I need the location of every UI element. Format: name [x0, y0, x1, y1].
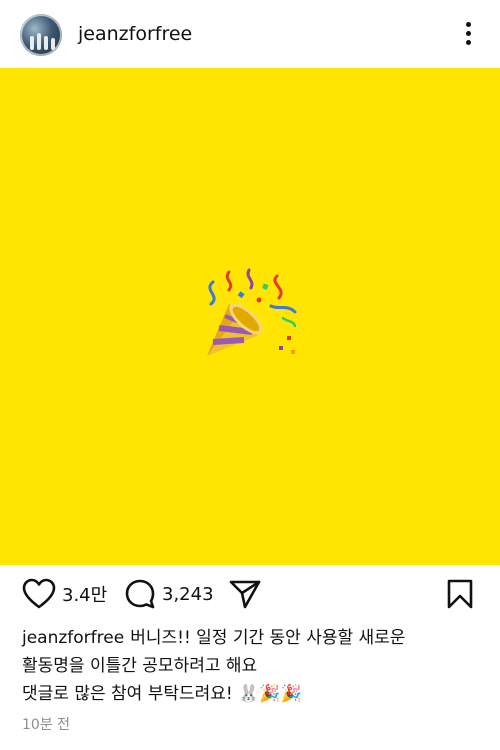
share-action[interactable] — [228, 578, 262, 610]
save-action[interactable] — [446, 578, 474, 610]
bookmark-icon[interactable] — [446, 578, 474, 610]
comment-action[interactable]: 3,243 — [124, 578, 214, 610]
caption-line-1: 버니즈!! 일정 기간 동안 사용할 새로운 — [130, 628, 406, 648]
caption-line-2: 활동명을 이틀간 공모하려고 해요 — [22, 656, 258, 676]
caption-line-3: 댓글로 많은 참여 부탁드려요! 🐰🎉🎉 — [22, 684, 302, 704]
post-caption: jeanzforfree 버니즈!! 일정 기간 동안 사용할 새로운 활동명을 … — [22, 624, 482, 708]
heart-icon[interactable] — [22, 578, 56, 610]
post-header: jeanzforfree — [0, 0, 500, 68]
like-count: 3.4만 — [62, 585, 108, 606]
post-timestamp: 10분 전 — [22, 717, 71, 733]
send-icon[interactable] — [228, 578, 262, 610]
avatar[interactable] — [20, 14, 62, 56]
comment-count: 3,243 — [162, 583, 214, 605]
comment-icon[interactable] — [124, 578, 156, 610]
caption-username[interactable]: jeanzforfree — [22, 628, 124, 648]
username[interactable]: jeanzforfree — [78, 22, 192, 46]
party-popper-icon — [207, 268, 297, 356]
post-actions: 3.4만 3,243 — [0, 574, 500, 618]
more-options-icon[interactable] — [458, 18, 478, 50]
like-action[interactable]: 3.4만 — [22, 578, 107, 610]
